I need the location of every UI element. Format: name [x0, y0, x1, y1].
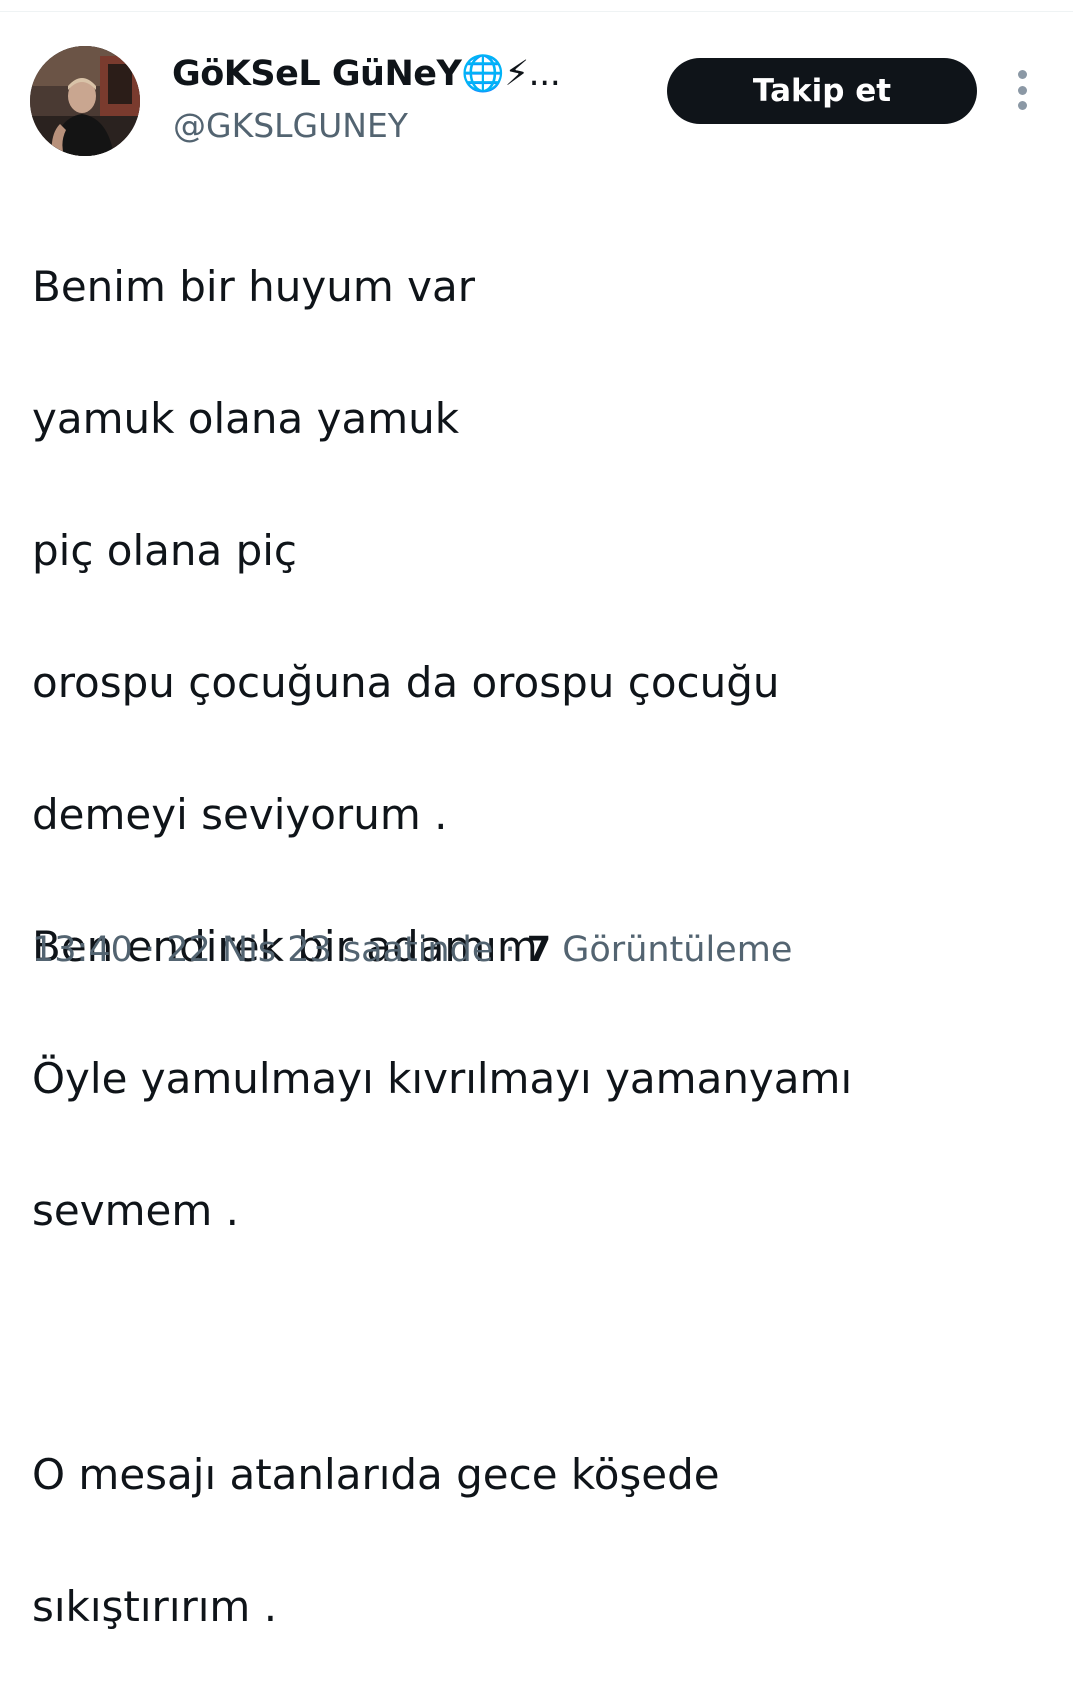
tweet-timestamp-link[interactable]: 13:40 · 22 Nis 23 saatinde — [32, 930, 493, 970]
top-divider — [0, 11, 1073, 12]
user-avatar[interactable] — [30, 46, 140, 156]
more-options-button[interactable] — [1004, 70, 1040, 110]
tweet-meta: 13:40 · 22 Nis 23 saatinde · 7 Görüntüle… — [32, 924, 792, 976]
views-count: 7 — [526, 930, 552, 970]
tweet-date: 22 Nis 23 saatinde — [166, 930, 494, 970]
tweet-line: Benim bir huyum var — [32, 262, 475, 311]
views-label: Görüntüleme — [562, 930, 793, 970]
tweet-line: orospu çocuğuna da orospu çocuğu — [32, 658, 780, 707]
follow-button[interactable]: Takip et — [667, 58, 977, 124]
tweet-line: O mesajı atanlarıda gece köşede — [32, 1450, 720, 1499]
meta-separator: · — [132, 930, 167, 970]
tweet-line: sevmem . — [32, 1186, 239, 1235]
tweet-line: yamuk olana yamuk — [32, 394, 460, 443]
tweet-line: demeyi seviyorum . — [32, 790, 448, 839]
vertical-ellipsis-icon — [1017, 70, 1027, 79]
vertical-ellipsis-icon — [1017, 85, 1027, 95]
profile-photo-icon — [30, 46, 140, 156]
display-name-text: GöKSeL GüNeY — [172, 54, 462, 94]
vertical-ellipsis-icon — [1017, 101, 1027, 110]
user-handle[interactable]: @GKSLGUNEY — [173, 104, 408, 148]
tweet-line: sıkıştırırım . — [32, 1582, 278, 1631]
meta-separator: · — [493, 930, 527, 970]
tweet-time: 13:40 — [32, 930, 133, 970]
tweet-line: Öyle yamulmayı kıvrılmayı yamanyamı — [32, 1054, 853, 1103]
user-display-name[interactable]: GöKSeL GüNeY🌐⚡... — [172, 52, 561, 96]
display-name-emoji-suffix: 🌐⚡... — [461, 54, 561, 94]
tweet-line: piç olana piç — [32, 526, 298, 575]
